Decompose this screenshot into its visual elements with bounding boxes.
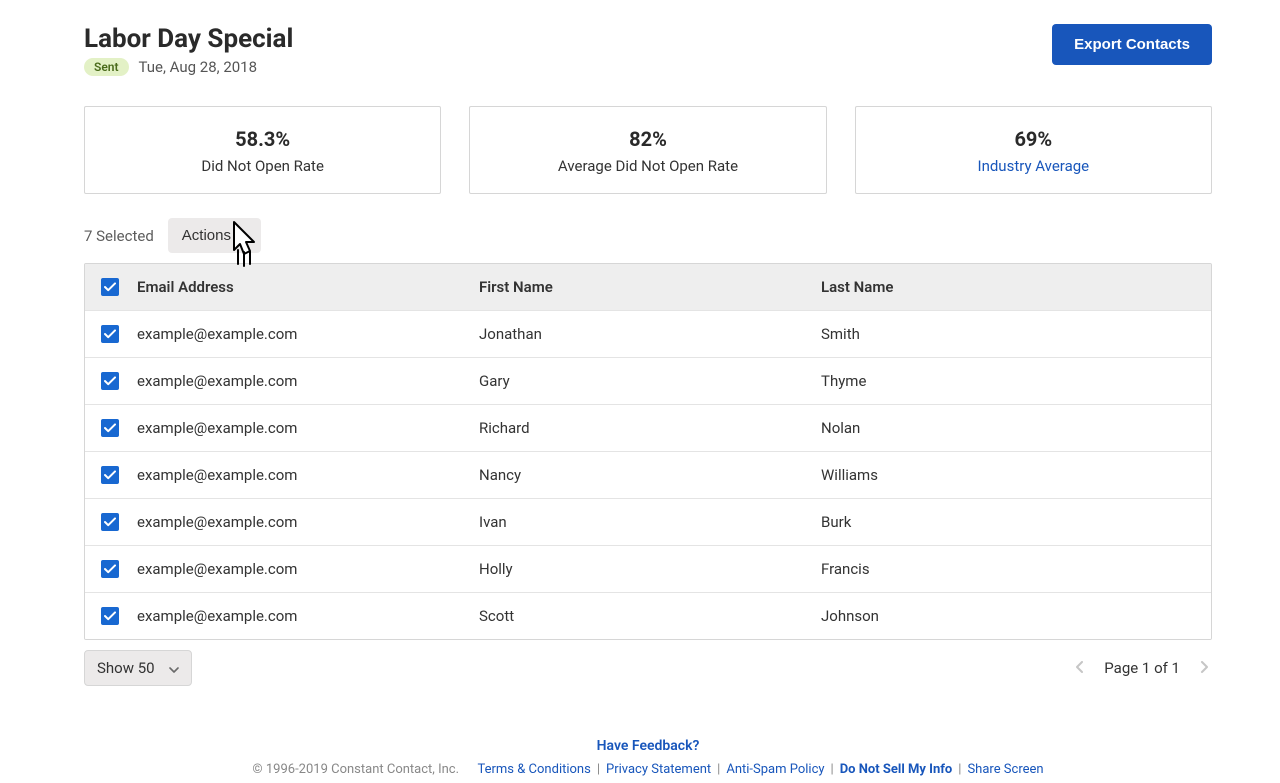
stat-value: 82% <box>480 127 815 151</box>
sent-date: Tue, Aug 28, 2018 <box>139 58 258 76</box>
terms-link[interactable]: Terms & Conditions <box>477 762 590 777</box>
page-size-label: Show 50 <box>97 659 155 677</box>
stat-label: Did Not Open Rate <box>95 157 430 175</box>
select-all-checkbox[interactable] <box>101 278 119 296</box>
selected-count: 7 Selected <box>84 227 154 245</box>
page-size-select[interactable]: Show 50 <box>84 650 192 686</box>
page-indicator: Page 1 of 1 <box>1104 659 1180 677</box>
share-screen-link[interactable]: Share Screen <box>967 762 1043 777</box>
status-badge: Sent <box>84 58 129 76</box>
cell-email: example@example.com <box>137 372 479 390</box>
chevron-down-icon <box>237 227 247 244</box>
pagination: Page 1 of 1 <box>1072 655 1212 681</box>
cell-last-name: Williams <box>821 466 1195 484</box>
table-row[interactable]: example@example.comScottJohnson <box>85 592 1211 639</box>
prev-page-button[interactable] <box>1072 655 1088 681</box>
cell-last-name: Johnson <box>821 607 1195 625</box>
feedback-link[interactable]: Have Feedback? <box>84 738 1212 754</box>
stat-card-did-not-open: 58.3% Did Not Open Rate <box>84 106 441 194</box>
do-not-sell-link[interactable]: Do Not Sell My Info <box>840 762 953 777</box>
table-row[interactable]: example@example.comRichardNolan <box>85 404 1211 451</box>
export-contacts-button[interactable]: Export Contacts <box>1052 24 1212 65</box>
cell-last-name: Smith <box>821 325 1195 343</box>
privacy-link[interactable]: Privacy Statement <box>606 762 711 777</box>
industry-average-link[interactable]: Industry Average <box>866 157 1201 175</box>
table-row[interactable]: example@example.comGaryThyme <box>85 357 1211 404</box>
cell-first-name: Holly <box>479 560 821 578</box>
table-row[interactable]: example@example.comIvanBurk <box>85 498 1211 545</box>
stat-card-average-did-not-open: 82% Average Did Not Open Rate <box>469 106 826 194</box>
row-checkbox[interactable] <box>101 513 119 531</box>
table-row[interactable]: example@example.comJonathanSmith <box>85 310 1211 357</box>
page-footer: Have Feedback? © 1996-2019 Constant Cont… <box>84 738 1212 783</box>
copyright-text: © 1996-2019 Constant Contact, Inc. <box>252 762 459 777</box>
row-checkbox[interactable] <box>101 419 119 437</box>
cell-email: example@example.com <box>137 466 479 484</box>
stat-card-industry-average: 69% Industry Average <box>855 106 1212 194</box>
cell-first-name: Richard <box>479 419 821 437</box>
cell-last-name: Burk <box>821 513 1195 531</box>
row-checkbox[interactable] <box>101 560 119 578</box>
cell-email: example@example.com <box>137 513 479 531</box>
anti-spam-link[interactable]: Anti-Spam Policy <box>726 762 824 777</box>
stats-row: 58.3% Did Not Open Rate 82% Average Did … <box>84 106 1212 194</box>
actions-label: Actions <box>182 227 231 244</box>
table-header-row: Email Address First Name Last Name <box>85 264 1211 310</box>
cell-first-name: Jonathan <box>479 325 821 343</box>
col-email-header[interactable]: Email Address <box>137 278 479 296</box>
col-last-name-header[interactable]: Last Name <box>821 278 1195 296</box>
stat-value: 69% <box>866 127 1201 151</box>
stat-label: Average Did Not Open Rate <box>480 157 815 175</box>
cell-first-name: Ivan <box>479 513 821 531</box>
row-checkbox[interactable] <box>101 607 119 625</box>
row-checkbox[interactable] <box>101 325 119 343</box>
cell-email: example@example.com <box>137 325 479 343</box>
cell-last-name: Nolan <box>821 419 1195 437</box>
col-first-name-header[interactable]: First Name <box>479 278 821 296</box>
cell-email: example@example.com <box>137 419 479 437</box>
cell-first-name: Nancy <box>479 466 821 484</box>
page-title: Labor Day Special <box>84 24 293 54</box>
table-row[interactable]: example@example.comNancyWilliams <box>85 451 1211 498</box>
cell-email: example@example.com <box>137 560 479 578</box>
contacts-table: Email Address First Name Last Name examp… <box>84 263 1212 640</box>
cell-first-name: Gary <box>479 372 821 390</box>
actions-dropdown-button[interactable]: Actions <box>168 218 261 253</box>
cell-last-name: Thyme <box>821 372 1195 390</box>
cell-last-name: Francis <box>821 560 1195 578</box>
next-page-button[interactable] <box>1196 655 1212 681</box>
chevron-down-icon <box>169 659 179 677</box>
table-row[interactable]: example@example.comHollyFrancis <box>85 545 1211 592</box>
stat-value: 58.3% <box>95 127 430 151</box>
cell-email: example@example.com <box>137 607 479 625</box>
row-checkbox[interactable] <box>101 372 119 390</box>
cell-first-name: Scott <box>479 607 821 625</box>
row-checkbox[interactable] <box>101 466 119 484</box>
